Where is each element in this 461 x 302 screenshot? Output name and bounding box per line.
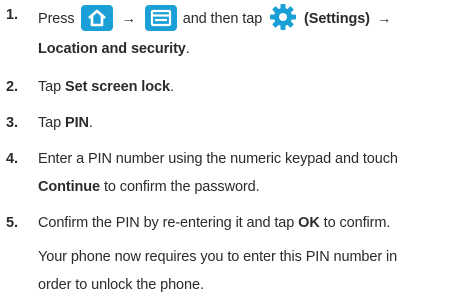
step-3-text: Tap PIN. — [38, 112, 93, 134]
settings-gear-icon — [268, 2, 298, 32]
step-number: 4. — [6, 151, 18, 167]
step-4-text: Enter a PIN number using the numeric key… — [38, 151, 398, 167]
step-1-text: Press → and then tap (Settings) → — [38, 4, 394, 34]
settings-label: (Settings) — [304, 10, 370, 27]
period: . — [169, 79, 174, 95]
step-2-text: Tap Set screen lock. — [38, 76, 174, 98]
set-screen-lock-label: Set screen lock — [65, 79, 170, 95]
step-5-pre: Confirm the PIN by re-entering it and ta… — [38, 215, 295, 231]
menu-icon — [144, 5, 177, 31]
and-then-tap-text: and then tap — [182, 10, 263, 27]
step-4-rest: to confirm the password. — [103, 179, 260, 195]
note-text: Your phone now requires you to enter thi… — [38, 249, 398, 265]
step-number: 3. — [6, 115, 18, 131]
step-5-post: to confirm. — [323, 215, 391, 231]
arrow-icon: → — [376, 10, 392, 27]
tap-text: Tap — [38, 79, 62, 95]
ok-label: OK — [298, 215, 320, 231]
location-security-label: Location and security — [38, 41, 186, 57]
pin-label: PIN — [65, 115, 89, 131]
home-icon — [80, 5, 113, 31]
step-number: 5. — [6, 215, 18, 231]
period: . — [88, 115, 93, 131]
note-text: order to unlock the phone. — [38, 277, 204, 293]
press-text: Press — [38, 10, 75, 27]
continue-label: Continue — [38, 179, 101, 195]
period: . — [185, 41, 190, 57]
step-number: 1. — [6, 7, 18, 23]
tap-text: Tap — [38, 115, 62, 131]
arrow-icon: → — [121, 10, 136, 27]
step-4-continuation: Continue to confirm the password. — [38, 176, 260, 198]
step-1-continuation: Location and security. — [38, 38, 190, 60]
step-5-text: Confirm the PIN by re-entering it and ta… — [38, 212, 390, 234]
instruction-steps: 1. Press → and then tap (Settings) → Loc… — [0, 0, 461, 302]
step-number: 2. — [6, 79, 18, 95]
